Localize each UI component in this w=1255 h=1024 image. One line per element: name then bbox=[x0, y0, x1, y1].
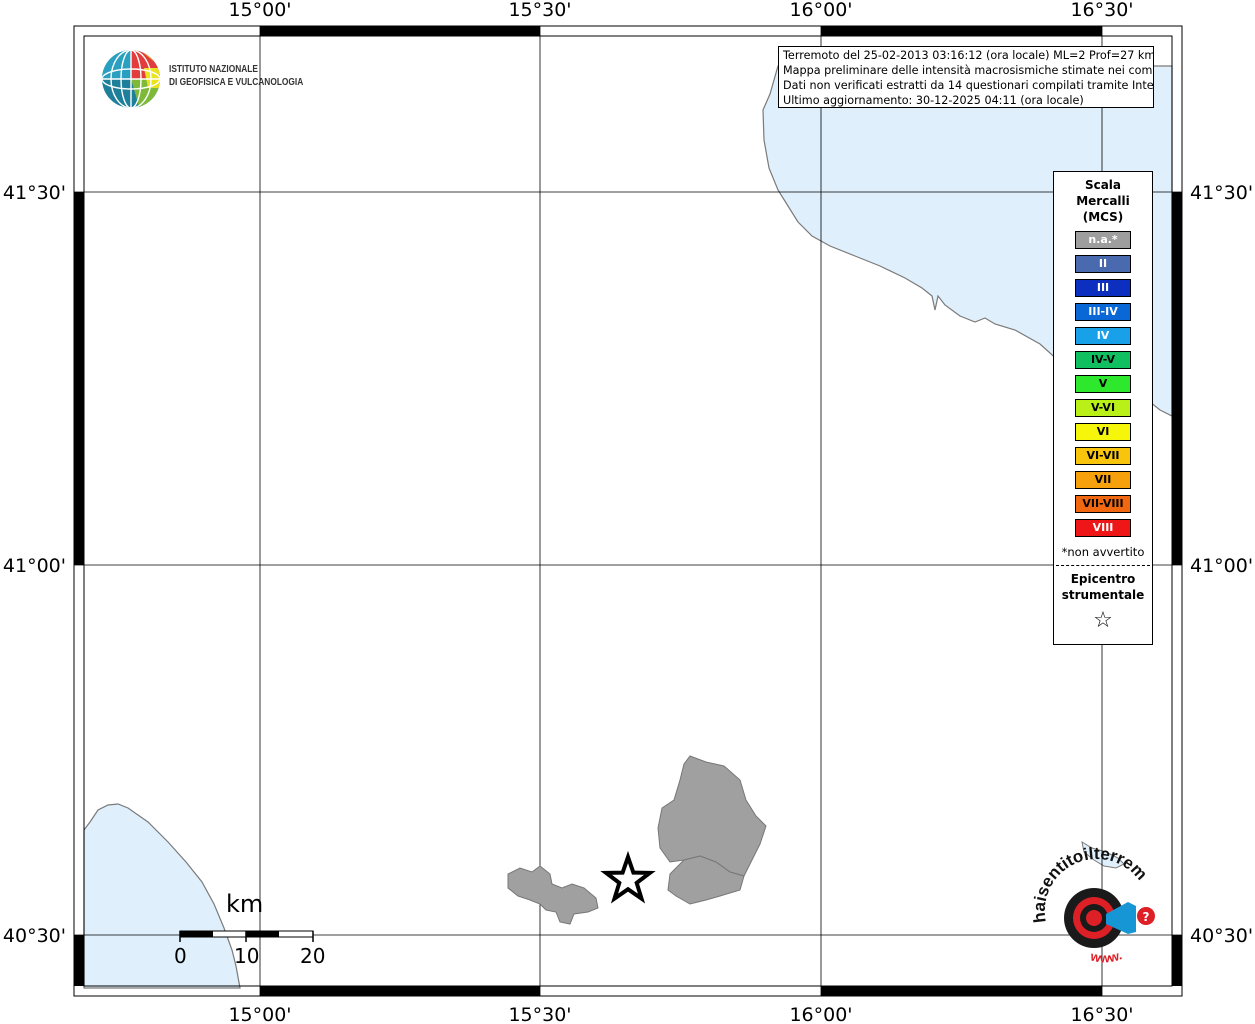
legend-item: VIII bbox=[1075, 519, 1131, 537]
lat-label: 40°30' bbox=[3, 925, 66, 947]
lon-label: 16°30' bbox=[1070, 0, 1133, 21]
legend-item: VII bbox=[1075, 471, 1131, 489]
ingv-name-line1: ISTITUTO NAZIONALE bbox=[169, 64, 258, 75]
event-info-box: Terremoto del 25-02-2013 03:16:12 (ora l… bbox=[778, 46, 1154, 108]
legend-item: V-VI bbox=[1075, 399, 1131, 417]
legend-items: n.a.* II III III-IV IV IV-V V V-VI VI VI-VII VII VI… bbox=[1054, 231, 1152, 537]
legend-separator bbox=[1056, 565, 1150, 566]
lat-label: 41°30' bbox=[3, 182, 66, 204]
ingv-logo: ISTITUTO NAZIONALE DI GEOFISICA E VULCAN… bbox=[100, 48, 320, 110]
event-info-line: Ultimo aggiornamento: 30-12-2025 04:11 (… bbox=[783, 94, 1084, 107]
event-info-line: Dati non verificati estratti da 14 quest… bbox=[783, 79, 1154, 92]
svg-text:?: ? bbox=[1143, 910, 1150, 924]
sea-area-southwest bbox=[83, 803, 241, 989]
lon-labels-bottom: 15°00' 15°30' 16°00' 16°30' bbox=[228, 1004, 1133, 1024]
haisentito-www: www. bbox=[1088, 947, 1124, 965]
event-info-line: Mappa preliminare delle intensità macros… bbox=[783, 64, 1154, 77]
legend-item: III bbox=[1075, 279, 1131, 297]
legend-item: n.a.* bbox=[1075, 231, 1131, 249]
lat-labels-right: 41°30' 41°00' 40°30' bbox=[1190, 182, 1253, 947]
haisentito-logo-icon: ? haisentitoilterremoto.it www. bbox=[1027, 821, 1155, 966]
legend-title-line3: (MCS) bbox=[1082, 210, 1124, 224]
legend-title-line2: Mercalli bbox=[1076, 194, 1130, 208]
ingv-name: ISTITUTO NAZIONALE DI GEOFISICA E VULCAN… bbox=[169, 63, 303, 89]
scale-label: 0 bbox=[174, 944, 187, 968]
lat-labels-left: 41°30' 41°00' 40°30' bbox=[3, 182, 66, 947]
legend-item: VII-VIII bbox=[1075, 495, 1131, 513]
legend-title: Scala Mercalli (MCS) bbox=[1054, 177, 1152, 225]
event-info-line: Terremoto del 25-02-2013 03:16:12 (ora l… bbox=[783, 49, 1154, 62]
lat-label: 41°00' bbox=[1190, 555, 1253, 577]
legend-item: IV bbox=[1075, 327, 1131, 345]
legend-item: VI-VII bbox=[1075, 447, 1131, 465]
legend-item: IV-V bbox=[1075, 351, 1131, 369]
lon-label: 16°00' bbox=[789, 0, 852, 21]
legend-epicenter-label: Epicentro strumentale bbox=[1054, 571, 1152, 603]
legend-item: VI bbox=[1075, 423, 1131, 441]
lat-label: 40°30' bbox=[1190, 925, 1253, 947]
legend-note: *non avvertito bbox=[1061, 545, 1145, 559]
svg-text:www.: www. bbox=[1088, 947, 1124, 965]
lon-label: 16°00' bbox=[789, 1004, 852, 1024]
scale-unit: km bbox=[226, 890, 264, 918]
lat-label: 41°00' bbox=[3, 555, 66, 577]
scale-label: 10 bbox=[234, 944, 260, 968]
lon-label: 15°00' bbox=[228, 1004, 291, 1024]
legend-item: II bbox=[1075, 255, 1131, 273]
felt-area-municipality-1 bbox=[507, 865, 599, 925]
legend-item: III-IV bbox=[1075, 303, 1131, 321]
intensity-legend: Scala Mercalli (MCS) n.a.* II III III-IV IV I… bbox=[1053, 171, 1153, 645]
lat-label: 41°30' bbox=[1190, 182, 1253, 204]
haisentito-logo: ? haisentitoilterremoto.it www. bbox=[1027, 821, 1162, 976]
felt-area-municipality-2 bbox=[657, 755, 767, 877]
lon-label: 16°30' bbox=[1070, 1004, 1133, 1024]
lon-label: 15°30' bbox=[508, 1004, 571, 1024]
legend-title-line1: Scala bbox=[1084, 178, 1122, 192]
legend-epicenter-line2: strumentale bbox=[1061, 588, 1145, 602]
scale-label: 20 bbox=[300, 944, 326, 968]
epicenter-star-icon bbox=[600, 850, 656, 904]
felt-areas bbox=[507, 755, 767, 925]
lon-label: 15°00' bbox=[228, 0, 291, 21]
legend-epicenter-line1: Epicentro bbox=[1070, 572, 1136, 586]
legend-star-icon: ☆ bbox=[1093, 608, 1113, 633]
ingv-globe-icon bbox=[102, 50, 160, 108]
legend-item: V bbox=[1075, 375, 1131, 393]
lon-labels-top: 15°00' 15°30' 16°00' 16°30' bbox=[228, 0, 1133, 21]
lon-label: 15°30' bbox=[508, 0, 571, 21]
ingv-name-line2: DI GEOFISICA E VULCANOLOGIA bbox=[169, 77, 304, 88]
